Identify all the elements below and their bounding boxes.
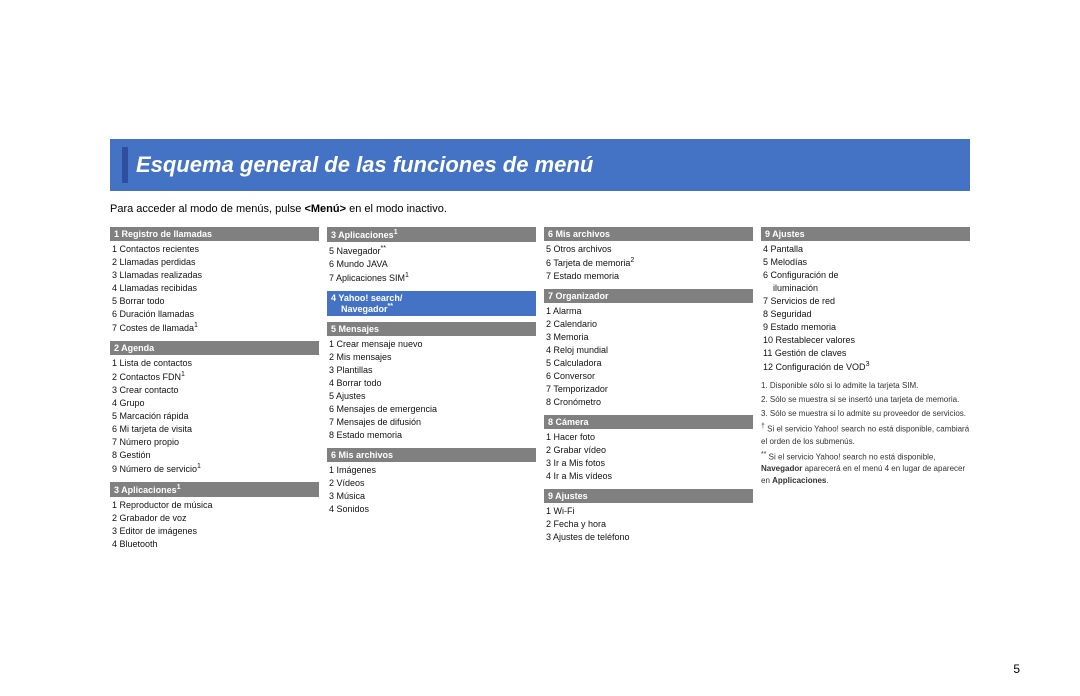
section-ajustes-4: 9 Ajustes 4 Pantalla 5 Melodías 6 Config… [761, 227, 970, 374]
items-ajustes-3: 1 Wi-Fi 2 Fecha y hora 3 Ajustes de telé… [544, 505, 753, 544]
section-header-organizador: 7 Organizador [544, 289, 753, 303]
section-header-aplicaciones-1a: 3 Aplicaciones1 [110, 482, 319, 497]
items-aplicaciones-1b: 5 Navegador** 6 Mundo JAVA 7 Aplicacione… [327, 244, 536, 285]
section-header-yahoo: 4 Yahoo! search/ Navegador** [327, 291, 536, 316]
items-registro: 1 Contactos recientes 2 Llamadas perdida… [110, 243, 319, 335]
menu-columns: 1 Registro de llamadas 1 Contactos recie… [110, 227, 970, 558]
items-agenda: 1 Lista de contactos 2 Contactos FDN1 3 … [110, 357, 319, 476]
section-header-ajustes-3: 9 Ajustes [544, 489, 753, 503]
page-number: 5 [1013, 662, 1020, 676]
footnotes: 1. Disponible sólo si lo admite la tarje… [761, 380, 970, 487]
section-header-mensajes: 5 Mensajes [327, 322, 536, 336]
section-header-camara: 8 Cámera [544, 415, 753, 429]
section-header-ajustes-4: 9 Ajustes [761, 227, 970, 241]
section-registro-llamadas: 1 Registro de llamadas 1 Contactos recie… [110, 227, 319, 335]
items-mis-archivos-2: 1 Imágenes 2 Vídeos 3 Música 4 Sonidos [327, 464, 536, 516]
section-aplicaciones-1a: 3 Aplicaciones1 1 Reproductor de música … [110, 482, 319, 551]
items-camara: 1 Hacer foto 2 Grabar vídeo 3 Ir a Mis f… [544, 431, 753, 483]
section-header-agenda: 2 Agenda [110, 341, 319, 355]
section-organizador: 7 Organizador 1 Alarma 2 Calendario 3 Me… [544, 289, 753, 409]
section-header-mis-archivos-2: 6 Mis archivos [327, 448, 536, 462]
subtitle: Para acceder al modo de menús, pulse <Me… [110, 203, 970, 215]
column-3: 6 Mis archivos 5 Otros archivos 6 Tarjet… [544, 227, 753, 558]
section-camara: 8 Cámera 1 Hacer foto 2 Grabar vídeo 3 I… [544, 415, 753, 483]
items-mensajes: 1 Crear mensaje nuevo 2 Mis mensajes 3 P… [327, 338, 536, 442]
section-mis-archivos-3: 6 Mis archivos 5 Otros archivos 6 Tarjet… [544, 227, 753, 283]
section-yahoo: 4 Yahoo! search/ Navegador** [327, 291, 536, 316]
section-header-mis-archivos-3: 6 Mis archivos [544, 227, 753, 241]
section-agenda: 2 Agenda 1 Lista de contactos 2 Contacto… [110, 341, 319, 476]
items-aplicaciones-1a: 1 Reproductor de música 2 Grabador de vo… [110, 499, 319, 551]
title-accent [122, 147, 128, 183]
column-4: 9 Ajustes 4 Pantalla 5 Melodías 6 Config… [761, 227, 970, 558]
section-ajustes-3: 9 Ajustes 1 Wi-Fi 2 Fecha y hora 3 Ajust… [544, 489, 753, 544]
title-bar: Esquema general de las funciones de menú [110, 139, 970, 191]
section-mis-archivos-2: 6 Mis archivos 1 Imágenes 2 Vídeos 3 Mús… [327, 448, 536, 516]
items-mis-archivos-3: 5 Otros archivos 6 Tarjeta de memoria2 7… [544, 243, 753, 283]
section-aplicaciones-1b: 3 Aplicaciones1 5 Navegador** 6 Mundo JA… [327, 227, 536, 285]
page-title: Esquema general de las funciones de menú [136, 152, 593, 178]
section-mensajes: 5 Mensajes 1 Crear mensaje nuevo 2 Mis m… [327, 322, 536, 442]
column-1: 1 Registro de llamadas 1 Contactos recie… [110, 227, 319, 558]
items-organizador: 1 Alarma 2 Calendario 3 Memoria 4 Reloj … [544, 305, 753, 409]
items-ajustes-4: 4 Pantalla 5 Melodías 6 Configuración de… [761, 243, 970, 374]
section-header-registro: 1 Registro de llamadas [110, 227, 319, 241]
column-2: 3 Aplicaciones1 5 Navegador** 6 Mundo JA… [327, 227, 536, 558]
section-header-aplicaciones-1b: 3 Aplicaciones1 [327, 227, 536, 242]
